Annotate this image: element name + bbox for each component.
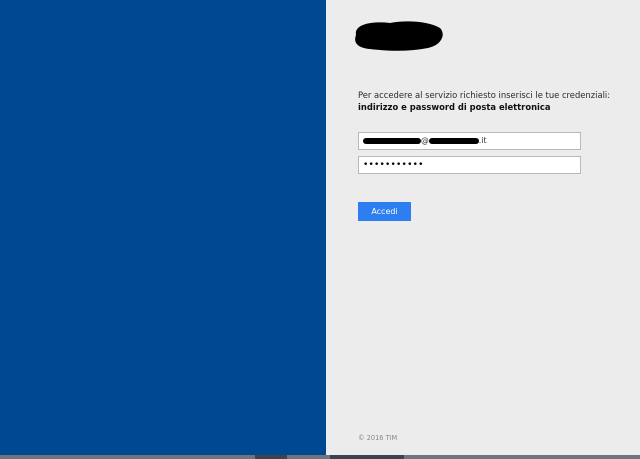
brand-side-panel bbox=[0, 0, 326, 455]
redacted-email-domain bbox=[428, 138, 479, 144]
taskbar-edge bbox=[0, 455, 640, 459]
copyright-footer: © 2016 TIM bbox=[358, 434, 398, 442]
password-field[interactable]: ••••••••••• bbox=[358, 156, 581, 174]
redacted-email-user bbox=[363, 138, 421, 144]
taskbar-item bbox=[330, 455, 404, 459]
login-button[interactable]: Accedi bbox=[358, 202, 411, 221]
password-mask: ••••••••••• bbox=[363, 160, 424, 170]
taskbar-item bbox=[255, 455, 287, 459]
instructions-text: Per accedere al servizio richiesto inser… bbox=[358, 90, 611, 100]
instructions-emphasis: indirizzo e password di posta elettronic… bbox=[358, 102, 551, 112]
email-field[interactable]: @ .it bbox=[358, 132, 581, 150]
login-instructions: Per accedere al servizio richiesto inser… bbox=[358, 89, 618, 113]
email-suffix: .it bbox=[478, 136, 487, 145]
login-panel: Per accedere al servizio richiesto inser… bbox=[326, 0, 640, 455]
redacted-logo bbox=[355, 21, 443, 51]
login-page: Per accedere al servizio richiesto inser… bbox=[0, 0, 640, 459]
email-at-symbol: @ bbox=[421, 136, 429, 145]
